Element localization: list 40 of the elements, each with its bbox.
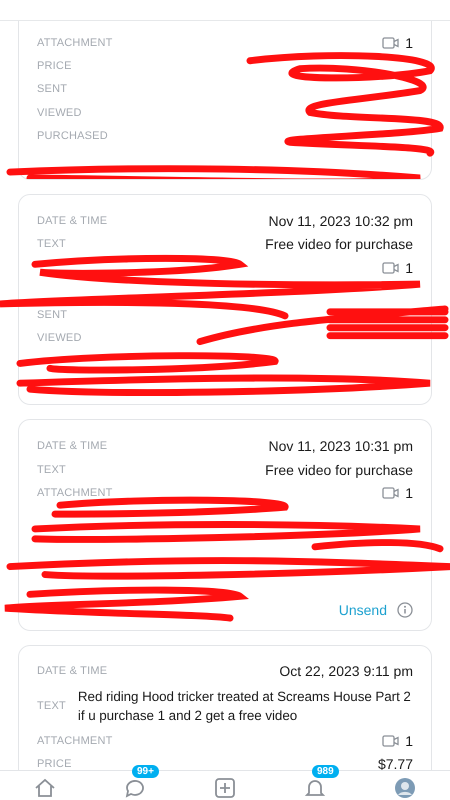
field-label: TEXT xyxy=(37,464,66,476)
video-icon xyxy=(382,262,400,274)
field-label: DATE & TIME xyxy=(37,440,108,452)
bell-icon[interactable] xyxy=(304,777,326,799)
field-value: $7.77 xyxy=(378,756,413,770)
field-value: Free video for purchase xyxy=(265,462,413,478)
video-icon xyxy=(382,36,400,49)
chat-icon[interactable] xyxy=(124,777,146,799)
field-value: Free video for purchase xyxy=(265,236,413,252)
avatar-icon[interactable] xyxy=(394,777,416,799)
field-label: VIEWED xyxy=(37,106,82,119)
attachment-count: 1 xyxy=(405,34,413,51)
field-value: Nov 11, 2023 10:31 pm xyxy=(268,438,413,454)
field-label: SENT xyxy=(37,308,68,321)
unsend-link[interactable]: Unsend xyxy=(338,602,387,618)
field-label: VIEWED xyxy=(37,332,82,344)
video-icon xyxy=(382,486,400,499)
home-icon[interactable] xyxy=(34,777,56,799)
count-badge: 99+ xyxy=(132,765,159,778)
field-value: Red riding Hood tricker treated at Screams House Part 2 if u purchase 1 and 2 get a free video xyxy=(78,688,412,725)
info-icon[interactable] xyxy=(397,602,413,618)
field-label: DATE & TIME xyxy=(37,665,108,678)
field-label: PRICE xyxy=(37,758,72,770)
field-label: PURCHASED xyxy=(37,130,108,142)
video-icon xyxy=(382,734,400,747)
field-value: Oct 22, 2023 9:11 pm xyxy=(279,663,413,680)
field-label: ATTACHMENT xyxy=(37,734,113,747)
field-label: ATTACHMENT xyxy=(37,36,113,49)
field-label: PRICE xyxy=(37,60,72,72)
count-badge: 989 xyxy=(312,765,339,778)
field-value: Nov 11, 2023 10:32 pm xyxy=(268,213,413,230)
field-label: SENT xyxy=(37,83,68,96)
add-icon[interactable] xyxy=(214,777,236,799)
attachment-count: 1 xyxy=(405,484,413,501)
attachment-count: 1 xyxy=(405,260,413,276)
field-label: DATE & TIME xyxy=(37,215,108,228)
attachment-count: 1 xyxy=(405,732,413,749)
field-label: ATTACHMENT xyxy=(37,486,113,499)
field-label: TEXT xyxy=(37,238,66,250)
field-label: TEXT xyxy=(37,700,66,712)
